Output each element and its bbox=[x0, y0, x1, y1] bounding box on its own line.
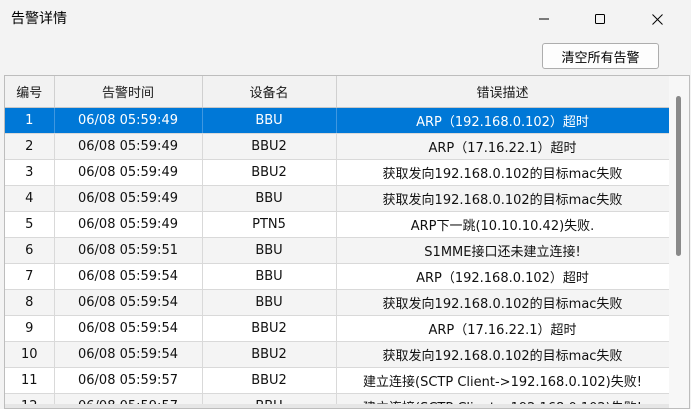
cell-desc: S1MME接口还未建立连接! bbox=[336, 237, 670, 264]
cell-device: BBU2 bbox=[202, 315, 337, 342]
cell-id: 7 bbox=[5, 263, 55, 290]
cell-time: 06/08 05:59:49 bbox=[54, 211, 203, 238]
cell-id: 1 bbox=[5, 107, 55, 134]
cell-device: BBU bbox=[202, 263, 337, 290]
cell-desc: ARP（17.16.22.1）超时 bbox=[336, 315, 670, 342]
cell-time: 06/08 05:59:57 bbox=[54, 367, 203, 394]
cell-desc: ARP（17.16.22.1）超时 bbox=[336, 133, 670, 160]
table-row[interactable]: 8 06/08 05:59:54 BBU 获取发向192.168.0.102的目标ma… bbox=[5, 289, 670, 316]
clear-all-alarms-button[interactable]: 清空所有告警 bbox=[542, 43, 659, 69]
table-row[interactable]: 9 06/08 05:59:54 BBU2 ARP（17.16.22.1）超时 bbox=[5, 315, 670, 342]
maximize-icon bbox=[595, 14, 605, 24]
cell-desc: ARP（192.168.0.102）超时 bbox=[336, 107, 670, 134]
table-row[interactable]: 4 06/08 05:59:49 BBU 获取发向192.168.0.102的目标ma… bbox=[5, 185, 670, 212]
cell-device: BBU bbox=[202, 289, 337, 316]
cell-time: 06/08 05:59:54 bbox=[54, 263, 203, 290]
cell-device: BBU2 bbox=[202, 341, 337, 368]
cell-desc: 获取发向192.168.0.102的目标mac失败 bbox=[336, 159, 670, 186]
cell-desc: 获取发向192.168.0.102的目标mac失败 bbox=[336, 185, 670, 212]
cell-time: 06/08 05:59:49 bbox=[54, 133, 203, 160]
cell-time: 06/08 05:59:51 bbox=[54, 237, 203, 264]
cell-device: BBU bbox=[202, 185, 337, 212]
cell-id: 8 bbox=[5, 289, 55, 316]
cell-id: 3 bbox=[5, 159, 55, 186]
cell-time: 06/08 05:59:49 bbox=[54, 107, 203, 134]
cell-id: 4 bbox=[5, 185, 55, 212]
table-row[interactable]: 3 06/08 05:59:49 BBU2 获取发向192.168.0.102的目标m… bbox=[5, 159, 670, 186]
column-header-id[interactable]: 编号 bbox=[5, 76, 55, 108]
table-header-row: 编号 告警时间 设备名 错误描述 bbox=[5, 76, 670, 108]
minimize-button[interactable] bbox=[521, 0, 567, 38]
cell-time: 06/08 05:59:49 bbox=[54, 185, 203, 212]
cell-time: 06/08 05:59:54 bbox=[54, 315, 203, 342]
vertical-scrollbar[interactable] bbox=[669, 76, 689, 408]
window-title: 告警详情 bbox=[11, 11, 67, 27]
cell-desc: 获取发向192.168.0.102的目标mac失败 bbox=[336, 289, 670, 316]
cell-device: BBU2 bbox=[202, 367, 337, 394]
cell-device: BBU bbox=[202, 107, 337, 134]
column-header-time[interactable]: 告警时间 bbox=[54, 76, 203, 108]
column-header-device[interactable]: 设备名 bbox=[202, 76, 337, 108]
cell-desc: 获取发向192.168.0.102的目标mac失败 bbox=[336, 341, 670, 368]
cell-time: 06/08 05:59:54 bbox=[54, 289, 203, 316]
cell-id: 6 bbox=[5, 237, 55, 264]
cell-desc: ARP下一跳(10.10.10.42)失败. bbox=[336, 211, 670, 238]
cell-device: BBU2 bbox=[202, 133, 337, 160]
cell-desc: 建立连接(SCTP Client->192.168.0.102)失败! bbox=[336, 367, 670, 394]
cell-id: 2 bbox=[5, 133, 55, 160]
title-bar: 告警详情 bbox=[0, 0, 691, 38]
close-icon bbox=[651, 13, 663, 25]
cell-id: 11 bbox=[5, 367, 55, 394]
cell-device: BBU bbox=[202, 237, 337, 264]
cell-time: 06/08 05:59:49 bbox=[54, 159, 203, 186]
cell-device: PTN5 bbox=[202, 211, 337, 238]
table-row[interactable]: 7 06/08 05:59:54 BBU ARP（192.168.0.102）超时 bbox=[5, 263, 670, 290]
maximize-button[interactable] bbox=[577, 0, 623, 38]
close-button[interactable] bbox=[634, 0, 680, 38]
alarm-table: 编号 告警时间 设备名 错误描述 1 06/08 05:59:49 BBU ARP（1… bbox=[4, 75, 690, 409]
table-row[interactable]: 10 06/08 05:59:54 BBU2 获取发向192.168.0.102的目标… bbox=[5, 341, 670, 368]
column-header-description[interactable]: 错误描述 bbox=[336, 76, 670, 108]
table-row[interactable]: 6 06/08 05:59:51 BBU S1MME接口还未建立连接! bbox=[5, 237, 670, 264]
horizontal-scrollbar[interactable] bbox=[5, 404, 669, 408]
cell-id: 5 bbox=[5, 211, 55, 238]
minimize-icon bbox=[539, 18, 549, 20]
cell-desc: ARP（192.168.0.102）超时 bbox=[336, 263, 670, 290]
cell-device: BBU2 bbox=[202, 159, 337, 186]
cell-id: 9 bbox=[5, 315, 55, 342]
cell-id: 10 bbox=[5, 341, 55, 368]
table-row[interactable]: 1 06/08 05:59:49 BBU ARP（192.168.0.102）超时 bbox=[5, 107, 670, 134]
table-row[interactable]: 11 06/08 05:59:57 BBU2 建立连接(SCTP Client->19… bbox=[5, 367, 670, 394]
cell-time: 06/08 05:59:54 bbox=[54, 341, 203, 368]
table-row[interactable]: 2 06/08 05:59:49 BBU2 ARP（17.16.22.1）超时 bbox=[5, 133, 670, 160]
table-row[interactable]: 5 06/08 05:59:49 PTN5 ARP下一跳(10.10.10.42)失败… bbox=[5, 211, 670, 238]
scrollbar-thumb[interactable] bbox=[676, 96, 681, 256]
